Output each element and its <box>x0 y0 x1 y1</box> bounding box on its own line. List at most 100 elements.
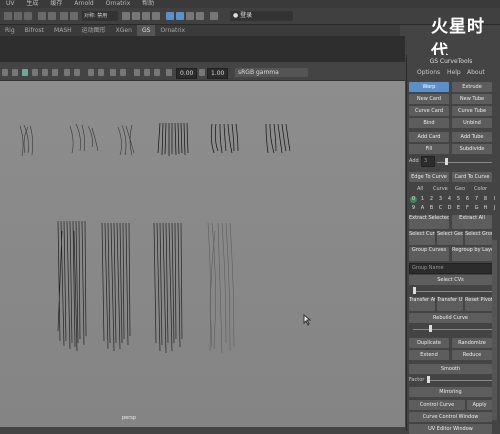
tool-icon[interactable] <box>24 12 32 20</box>
regroup-by-layer-button[interactable]: Regroup by Layer <box>452 247 492 261</box>
uv-editor-window-button[interactable]: UV Editor Window <box>409 424 492 434</box>
reset-pivot-button[interactable]: Reset Pivot <box>465 297 492 311</box>
new-card-button[interactable]: New Card <box>409 94 449 104</box>
unbind-button[interactable]: Unbind <box>452 118 492 128</box>
tool-icon[interactable] <box>38 12 46 20</box>
tab-ornatrix[interactable]: Ornatrix <box>155 25 190 36</box>
group-name-field[interactable]: Group Name <box>409 263 494 274</box>
rebuild-slider-knob[interactable] <box>429 325 432 332</box>
cv-slider-knob[interactable] <box>413 287 416 294</box>
randomize-button[interactable]: Randomize <box>452 338 492 348</box>
layer-h[interactable]: H <box>482 205 489 212</box>
curve-control-window-button[interactable]: Curve Control Window <box>409 412 492 422</box>
bind-button[interactable]: Bind <box>409 118 449 128</box>
grid-icon[interactable] <box>12 69 18 76</box>
extract-all-button[interactable]: Extract All <box>452 215 492 229</box>
symmetry-dropdown[interactable]: 对称: 禁用 <box>82 11 118 21</box>
curve-tube-button[interactable]: Curve Tube <box>452 106 492 116</box>
tab-motion-graphics[interactable]: 运动图形 <box>77 25 111 36</box>
snap-icon[interactable] <box>122 12 130 20</box>
tool-icon[interactable] <box>60 12 68 20</box>
snap-icon[interactable] <box>142 12 150 20</box>
wireframe-icon[interactable] <box>22 69 28 76</box>
layer-b[interactable]: B <box>428 205 435 212</box>
mirroring-button[interactable]: Mirroring <box>409 387 492 397</box>
layer-f[interactable]: F <box>464 205 471 212</box>
snap-icon[interactable] <box>132 12 140 20</box>
tool-icon[interactable] <box>48 12 56 20</box>
isolate-icon[interactable] <box>98 69 104 76</box>
menu-options[interactable]: Options <box>417 68 440 78</box>
select-cvs-button[interactable]: Select CVs <box>409 275 492 285</box>
extend-button[interactable]: Extend <box>409 350 449 360</box>
menu-generate[interactable]: 生成 <box>26 0 38 7</box>
layer-7[interactable]: 7 <box>473 196 480 203</box>
tab-rig[interactable]: Rig <box>0 25 20 36</box>
layer-1[interactable]: 1 <box>419 196 426 203</box>
exposure-field[interactable]: 0.00 <box>176 68 198 79</box>
layer-4[interactable]: 4 <box>446 196 453 203</box>
extrude-button[interactable]: Extrude <box>452 82 492 92</box>
subdivide-button[interactable]: Subdivide <box>452 144 492 154</box>
factor-slider-knob[interactable] <box>427 376 430 383</box>
layer-e[interactable]: E <box>455 205 462 212</box>
menu-arnold[interactable]: Arnold <box>74 0 93 7</box>
menu-about[interactable]: About <box>467 68 485 78</box>
gamma-field[interactable]: 1.00 <box>207 68 229 79</box>
layer-i[interactable]: I <box>491 196 498 203</box>
factor-slider[interactable] <box>427 380 492 381</box>
display-icon[interactable] <box>154 69 160 76</box>
menu-ornatrix[interactable]: Ornatrix <box>106 0 131 7</box>
card-to-curve-button[interactable]: Card To Curve <box>452 172 492 182</box>
reduce-button[interactable]: Reduce <box>452 350 492 360</box>
xray-icon[interactable] <box>88 69 94 76</box>
pause-icon[interactable] <box>210 12 218 20</box>
layer-c[interactable]: C <box>437 205 444 212</box>
display-icon[interactable] <box>134 69 140 76</box>
menu-help[interactable]: Help <box>447 68 461 78</box>
menu-help[interactable]: 帮助 <box>142 0 154 7</box>
layer-j[interactable]: J <box>491 205 498 212</box>
select-geo-button[interactable]: Select Geo <box>437 231 463 245</box>
texture-icon[interactable] <box>42 69 48 76</box>
duplicate-button[interactable]: Duplicate <box>409 338 449 348</box>
layer-6[interactable]: 6 <box>464 196 471 203</box>
layer-8[interactable]: 8 <box>482 196 489 203</box>
tool-icon[interactable] <box>70 12 78 20</box>
layer-2[interactable]: 2 <box>428 196 435 203</box>
cv-slider[interactable] <box>413 291 492 292</box>
menu-uv[interactable]: UV <box>6 0 15 7</box>
tab-bifrost[interactable]: Bifrost <box>20 25 49 36</box>
layer-a[interactable]: A <box>419 205 426 212</box>
tab-xgen[interactable]: XGen <box>111 25 137 36</box>
tab-gs[interactable]: GS <box>136 25 156 36</box>
edge-to-curve-button[interactable]: Edge To Curve <box>409 172 449 182</box>
shadow-icon[interactable] <box>64 69 70 76</box>
ao-icon[interactable] <box>74 69 80 76</box>
group-curves-button[interactable]: Group Curves <box>409 247 449 261</box>
shaded-icon[interactable] <box>32 69 38 76</box>
layer-3[interactable]: 3 <box>437 196 444 203</box>
rebuild-curve-button[interactable]: Rebuild Curve <box>409 313 492 323</box>
add-card-button[interactable]: Add Card <box>409 132 449 142</box>
warp-button[interactable]: Warp <box>409 82 449 92</box>
control-curve-button[interactable]: Control Curve <box>409 400 465 410</box>
display-icon[interactable] <box>144 69 150 76</box>
viewport-3d[interactable]: persp <box>0 81 405 427</box>
gamma-icon[interactable] <box>199 69 205 76</box>
layer-0[interactable]: 0 <box>410 196 417 203</box>
panel-scrollbar[interactable] <box>492 240 497 420</box>
tab-mash[interactable]: MASH <box>49 25 77 36</box>
rebuild-slider[interactable] <box>413 329 492 330</box>
select-curve-button[interactable]: Select Curve <box>409 231 435 245</box>
tool-icon[interactable] <box>4 12 12 20</box>
resolution-icon[interactable] <box>120 69 126 76</box>
hud-icon[interactable] <box>110 69 116 76</box>
user-dropdown[interactable]: ● 登录 <box>230 11 293 21</box>
layer-g[interactable]: G <box>473 205 480 212</box>
smooth-button[interactable]: Smooth <box>409 364 492 374</box>
fill-button[interactable]: Fill <box>409 144 449 154</box>
add-tube-button[interactable]: Add Tube <box>452 132 492 142</box>
transfer-attr-button[interactable]: Transfer Attr. <box>409 297 435 311</box>
settings-icon[interactable] <box>196 12 204 20</box>
